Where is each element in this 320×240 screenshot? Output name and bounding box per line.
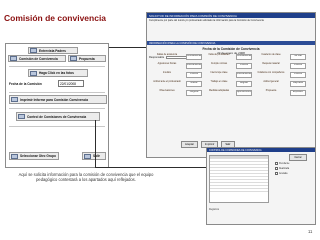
comision-convivencia-label: Comisión de Convivencia (19, 56, 58, 61)
status-checks: Pendiente Realizada Anulada (275, 162, 311, 177)
form-field-select[interactable]: No trae (290, 54, 306, 60)
form-field-label: Medidas adoptadas (208, 90, 230, 92)
form-field-label: Trabajo en clase (210, 81, 228, 83)
window2-titlebar: CONTROL DE COMISIONES DE CONVIVENCIA (207, 148, 315, 152)
checkbox-label: Realizada (279, 167, 290, 170)
form-field-select[interactable]: A veces (236, 63, 252, 69)
form-field-select[interactable]: Frecuentemente (186, 63, 202, 69)
status-check-row[interactable]: Pendiente (275, 162, 311, 165)
haga-click-label: Haga Click en las fotos (39, 71, 74, 75)
comision-convivencia-button[interactable]: Comisión de Convivencia (8, 55, 66, 62)
records-grid[interactable] (209, 155, 269, 203)
connector-line (109, 47, 146, 48)
aceptar-button[interactable]: Aceptar (181, 141, 198, 148)
form-field-label: Cuaderno de clase (261, 54, 281, 56)
table-icon (18, 114, 25, 119)
status-check-row[interactable]: Realizada (275, 167, 311, 170)
form-field-select[interactable]: A veces (290, 63, 306, 69)
window2-footer: Registros (209, 208, 220, 211)
checkbox[interactable] (275, 167, 278, 170)
grid-row[interactable] (210, 189, 268, 192)
camera-icon (30, 70, 37, 76)
group-icon (11, 153, 18, 159)
form-field-select[interactable]: Apercibimiento (236, 90, 252, 96)
form-field-label: Interrumpe clase (210, 72, 228, 74)
checkbox[interactable] (275, 172, 278, 175)
form-field-label: Insultos (163, 72, 171, 74)
control-comisiones-button[interactable]: Control de Comisiones de Convivencia (16, 112, 100, 121)
annotation-note: Aquí se solicita información para la com… (18, 172, 154, 183)
imprimir-informe-label: Imprimir Informe para Comisión Convivenc… (20, 97, 89, 102)
fecha-comision-label: Fecha de la Comisión (9, 82, 42, 86)
form-field-select[interactable]: Expulsión (290, 90, 306, 96)
divider (9, 108, 105, 109)
form-field-select[interactable]: Ninguna (186, 90, 202, 96)
section-bar-title: INFORMACIÓN PARA LA COMISIÓN DE CONVIVEN… (149, 41, 216, 45)
form-field-label: Actitud general (263, 81, 279, 83)
entrevista-padres-label: Entrevista Padres (39, 48, 66, 53)
book-icon (30, 48, 37, 53)
form-field-select[interactable]: Constantemente (236, 54, 252, 60)
form-field-label: Faltas de asistencia (156, 54, 178, 56)
form-field-label: Actitud ante el profesorado (153, 81, 181, 83)
seleccionar-grupo-label: Seleccionar Otro Grupo (20, 154, 56, 158)
section-bar: INFORMACIÓN PARA LA COMISIÓN DE CONVIVEN… (147, 41, 315, 45)
form-field-select[interactable]: Buena (186, 81, 202, 87)
control-comisiones-window: CONTROL DE COMISIONES DE CONVIVENCIA Cer… (206, 147, 316, 225)
window2-title: CONTROL DE COMISIONES DE CONVIVENCIA (209, 148, 262, 152)
comision-form-window: SOLICITUD DE INFORMACIÓN PARA COMISIÓN D… (146, 12, 316, 158)
form-field-select[interactable]: Mejorable (290, 81, 306, 87)
form-field-label: Propuesta (265, 90, 277, 92)
form-field-label: Cumple normas (210, 63, 228, 65)
propuesta-button[interactable]: Propuesta (68, 55, 106, 62)
divider (9, 66, 105, 67)
checkbox-label: Pendiente (279, 162, 290, 165)
seleccionar-grupo-button[interactable]: Seleccionar Otro Grupo (9, 152, 59, 160)
divider (9, 126, 105, 127)
divider (9, 92, 105, 93)
checkbox[interactable] (275, 162, 278, 165)
status-check-row[interactable]: Anulada (275, 172, 311, 175)
form-field-select[interactable]: A veces (186, 72, 202, 78)
form-field-select[interactable]: Regular (236, 81, 252, 87)
form-field-label: Colabora con compañeros (257, 72, 285, 74)
salir-button[interactable]: Salir (82, 152, 106, 160)
page-number: 11 (308, 229, 313, 234)
form-grid: Faltas de asistencia Constantemente Falta … (150, 54, 314, 96)
fecha-comision-input[interactable]: 22/01/2008 (58, 80, 84, 87)
form-field-label: Observaciones (159, 90, 175, 92)
form-field-label: Agresiones físicas (157, 63, 177, 65)
cerrar-button[interactable]: Cerrar (289, 154, 307, 161)
imprimir-informe-button[interactable]: Imprimir Informe para Comisión Convivenc… (9, 95, 107, 104)
haga-click-fotos-button[interactable]: Haga Click en las fotos (28, 69, 88, 77)
form-field-select[interactable]: Constantemente (186, 54, 202, 60)
form-field-label: Respeta material (262, 63, 280, 65)
book-icon (10, 56, 17, 61)
control-comisiones-label: Control de Comisiones de Convivencia (27, 114, 87, 119)
form-field-select[interactable]: Frecuentemente (236, 72, 252, 78)
window-instructions: Cumplimente por parte del tutor/a y/o pr… (149, 19, 264, 22)
printer-icon (11, 97, 18, 102)
left-panel: Entrevista Padres Comisión de Convivenci… (5, 43, 109, 168)
entrevista-padres-button[interactable]: Entrevista Padres (28, 47, 78, 54)
checkbox-label: Anulada (279, 172, 288, 175)
window-title: SOLICITUD DE INFORMACIÓN PARA COMISIÓN D… (149, 13, 237, 18)
exit-icon (84, 153, 91, 159)
slide-title: Comisión de convivencia (4, 13, 107, 23)
connector-line (95, 120, 96, 167)
form-field-select[interactable]: A veces (290, 72, 306, 78)
document-icon (70, 56, 77, 61)
connector-line (95, 167, 207, 168)
slide: Comisión de convivencia Entrevista Padre… (0, 0, 320, 240)
propuesta-label: Propuesta (79, 56, 95, 61)
form-field-label: Falta de puntualidad (208, 54, 230, 56)
